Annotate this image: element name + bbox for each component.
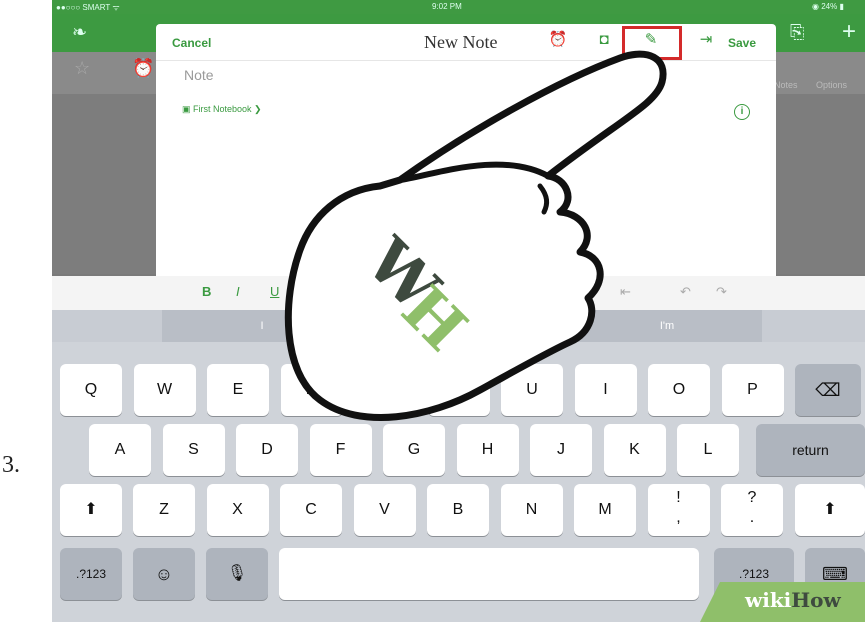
dialog-title: New Note bbox=[424, 32, 498, 52]
underline-button[interactable]: U bbox=[270, 284, 279, 299]
key-row3-2[interactable]: C bbox=[280, 484, 342, 536]
notebook-label: First Notebook bbox=[193, 104, 252, 114]
key-h[interactable]: H bbox=[456, 424, 519, 476]
suggestion-1[interactable]: I bbox=[162, 310, 362, 342]
battery-indicator: ◉ 24% ▮ bbox=[812, 2, 844, 11]
key-row3-4[interactable]: B bbox=[427, 484, 489, 536]
key-u[interactable]: U bbox=[501, 364, 563, 416]
watermark-how: How bbox=[791, 588, 841, 612]
key-r[interactable]: R bbox=[280, 364, 343, 416]
reminder-alarm-icon[interactable]: ⏰ bbox=[548, 30, 568, 50]
shift-key-right[interactable]: ⬆ bbox=[795, 484, 865, 536]
key-row3-3[interactable]: V bbox=[353, 484, 416, 536]
carrier-signal: ●●○○○ SMART ᯤ bbox=[56, 3, 120, 12]
new-note-header: Cancel New Note ⏰ ◘ ✎ ⇥ Save bbox=[156, 24, 776, 61]
evernote-logo-icon: ❧ bbox=[72, 22, 88, 42]
key-p[interactable]: P bbox=[721, 364, 784, 416]
numbers-key-left[interactable]: .?123 bbox=[60, 548, 122, 600]
notebook-selector[interactable]: ▣ First Notebook ❯ bbox=[182, 104, 262, 115]
notes-tab-label: Notes bbox=[774, 80, 798, 90]
new-note-dialog: Cancel New Note ⏰ ◘ ✎ ⇥ Save Note ▣ Firs… bbox=[156, 24, 776, 276]
key-row3-1[interactable]: X bbox=[206, 484, 269, 536]
star-icon: ☆ bbox=[74, 58, 91, 78]
bold-button[interactable]: B bbox=[202, 284, 211, 299]
key-k[interactable]: K bbox=[603, 424, 666, 476]
key-row3-7[interactable]: ! , bbox=[647, 484, 710, 536]
key-row3-5[interactable]: N bbox=[500, 484, 563, 536]
key-f[interactable]: F bbox=[309, 424, 372, 476]
key-row3-0[interactable]: Z bbox=[133, 484, 195, 536]
reminder-icon: ⏰ bbox=[132, 58, 155, 78]
options-tab-label: Options bbox=[816, 80, 848, 90]
undo-button[interactable]: ↶ bbox=[680, 284, 691, 300]
italic-button[interactable]: I bbox=[236, 284, 240, 299]
highlight-box bbox=[622, 26, 682, 60]
cancel-button[interactable]: Cancel bbox=[172, 36, 211, 50]
status-bar: ●●○○○ SMART ᯤ 9:02 PM ◉ 24% ▮ bbox=[52, 0, 865, 14]
key-o[interactable]: O bbox=[648, 364, 710, 416]
dictation-key[interactable]: 🎙 bbox=[206, 548, 268, 600]
key-g[interactable]: G bbox=[383, 424, 445, 476]
key-s[interactable]: S bbox=[162, 424, 225, 476]
key-row3-8[interactable]: ? . bbox=[721, 484, 783, 536]
key-d[interactable]: D bbox=[236, 424, 298, 476]
add-icon: + bbox=[842, 18, 857, 45]
key-q[interactable]: Q bbox=[60, 364, 122, 416]
on-screen-keyboard: Q W E R T Y U I O P ⌫ A S D F G H J K Lreturn ⬆ Z X C V B N M! ,? .… bbox=[52, 342, 865, 622]
key-i[interactable]: I bbox=[574, 364, 637, 416]
wikihow-watermark: wikiHow bbox=[745, 588, 841, 612]
info-icon[interactable]: i bbox=[734, 104, 750, 120]
return-key[interactable]: return bbox=[756, 424, 865, 476]
key-a[interactable]: A bbox=[89, 424, 151, 476]
shift-key-left[interactable]: ⬆ bbox=[60, 484, 122, 536]
key-l[interactable]: L bbox=[677, 424, 739, 476]
notebook-icon: ▣ bbox=[182, 104, 194, 114]
key-y[interactable]: Y bbox=[427, 364, 490, 416]
space-bar[interactable] bbox=[279, 548, 699, 600]
key-row3-6[interactable]: M bbox=[574, 484, 636, 536]
suggestion-3[interactable]: I'm bbox=[572, 310, 762, 342]
step-number: 3. bbox=[2, 452, 20, 478]
status-time: 9:02 PM bbox=[432, 2, 462, 11]
outdent-icon[interactable]: ⇤ bbox=[620, 284, 631, 300]
emoji-key[interactable]: ☺ bbox=[133, 548, 195, 600]
share-icon: ⎘ bbox=[790, 22, 805, 42]
key-w[interactable]: W bbox=[133, 364, 196, 416]
key-t[interactable]: T bbox=[354, 364, 416, 416]
note-title-input[interactable]: Note bbox=[184, 67, 214, 83]
key-j[interactable]: J bbox=[530, 424, 592, 476]
present-icon[interactable]: ⇥ bbox=[696, 30, 716, 50]
redo-button[interactable]: ↷ bbox=[716, 284, 727, 300]
key-e[interactable]: E bbox=[207, 364, 269, 416]
indent-icon[interactable]: ⇥ bbox=[584, 284, 595, 300]
save-button[interactable]: Save bbox=[728, 36, 756, 50]
camera-icon[interactable]: ◘ bbox=[594, 30, 614, 50]
delete-key[interactable]: ⌫ bbox=[795, 364, 861, 416]
chevron-right-icon: ❯ bbox=[251, 104, 262, 114]
watermark-wiki: wiki bbox=[745, 588, 792, 612]
